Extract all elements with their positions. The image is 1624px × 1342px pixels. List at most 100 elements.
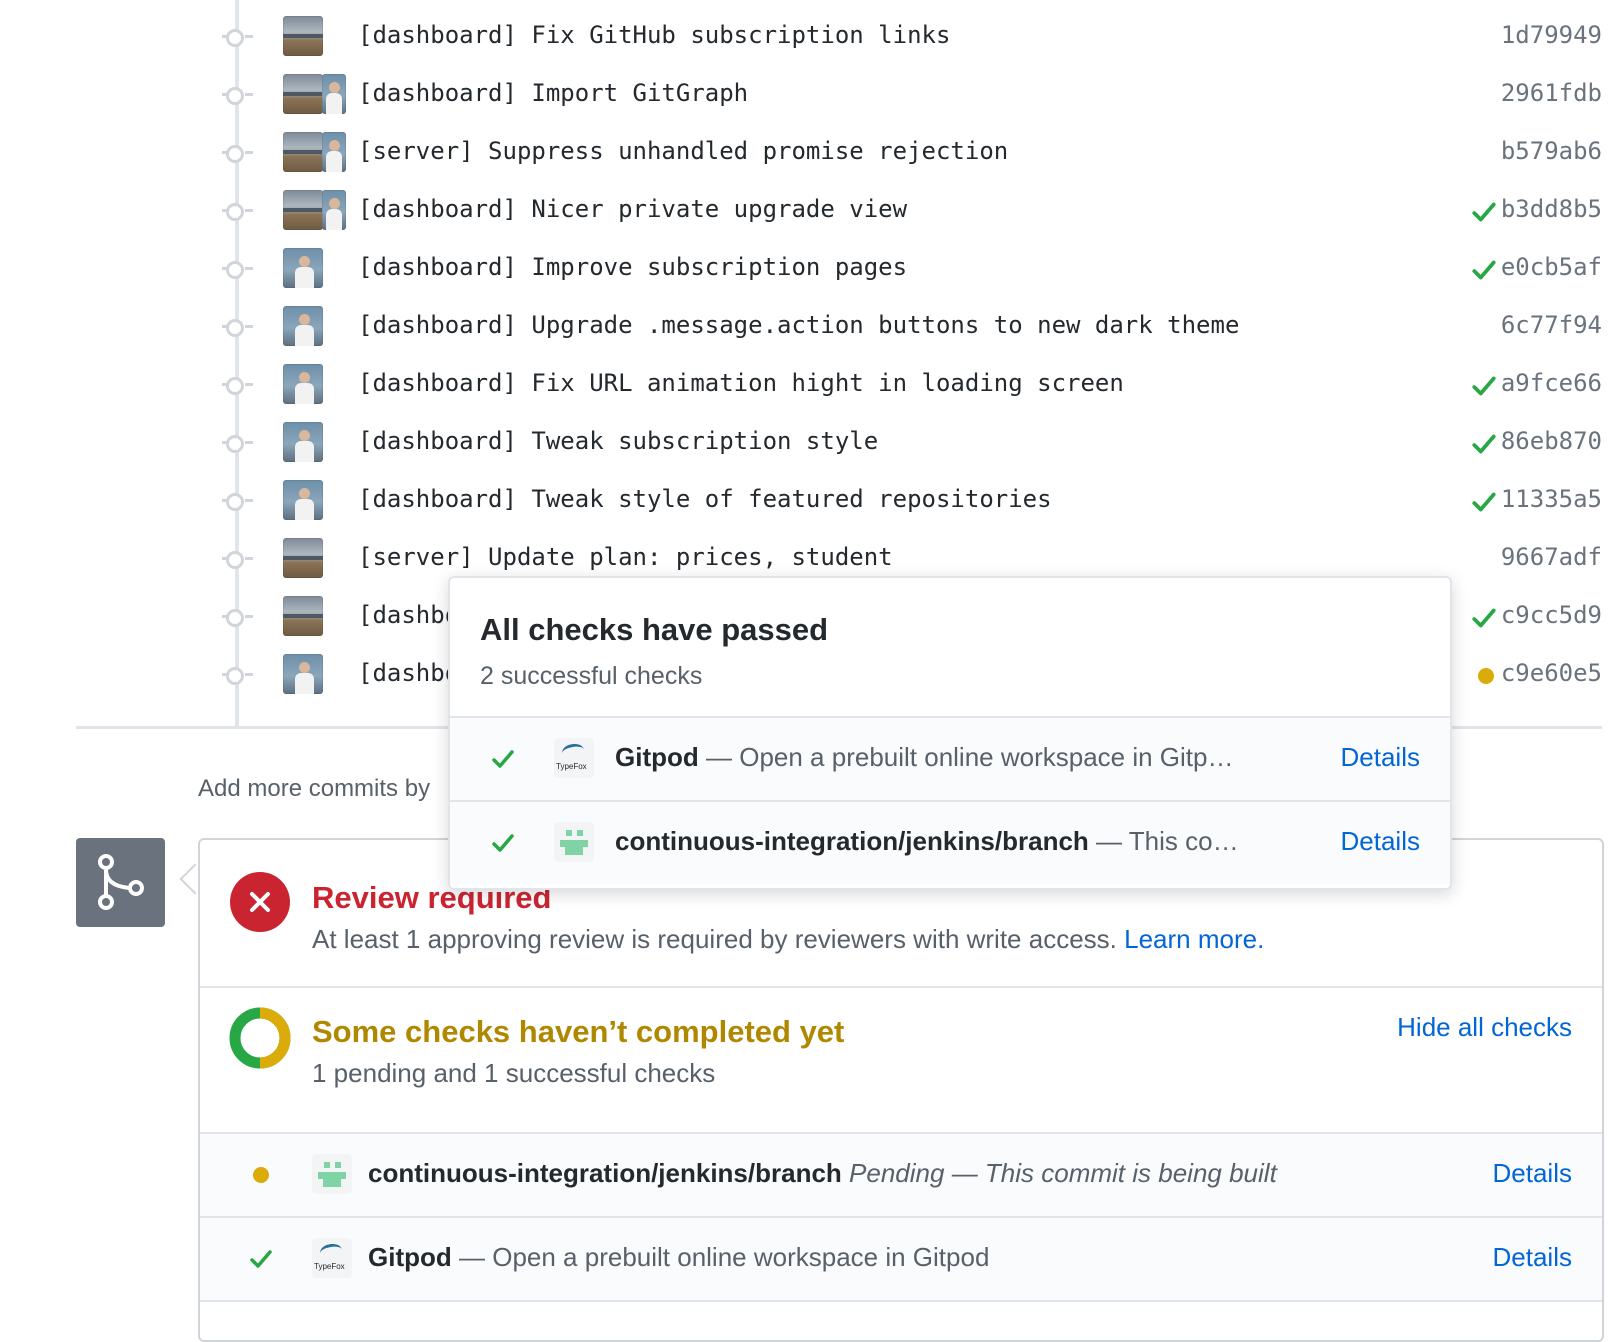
commit-status[interactable] (1470, 314, 1498, 342)
merge-icon (76, 838, 165, 927)
commit-sha[interactable]: c9e60e5 (1501, 659, 1602, 687)
commit-sha[interactable]: 2961fdb (1501, 79, 1602, 107)
avatar[interactable] (283, 480, 323, 520)
commit-message[interactable]: [dashboard] Tweak style of featured repo… (358, 485, 1052, 513)
typefox-icon: TypeFox (312, 1238, 352, 1278)
commit-status[interactable] (1470, 24, 1498, 52)
commit-row[interactable]: [dashboard] Tweak style of featured repo… (0, 472, 1624, 530)
commit-status[interactable] (1470, 604, 1498, 632)
avatar[interactable] (322, 74, 346, 114)
commit-row[interactable]: [server] Suppress unhandled promise reje… (0, 124, 1624, 182)
commit-node-icon (226, 261, 244, 279)
avatar[interactable] (283, 364, 323, 404)
success-check-icon (492, 750, 514, 768)
avatar[interactable] (283, 16, 323, 56)
details-link[interactable]: Details (1341, 826, 1420, 857)
check-name: Gitpod — Open a prebuilt online workspac… (615, 742, 1234, 773)
check-description: — Open a prebuilt online workspace in Gi… (706, 742, 1234, 772)
commit-message[interactable]: [dashboard] Nicer private upgrade view (358, 195, 907, 223)
commit-message[interactable]: [dashboard] Improve subscription pages (358, 253, 907, 281)
commit-row[interactable]: [dashboard] Upgrade .message.action butt… (0, 298, 1624, 356)
commit-row[interactable]: [dashboard] Improve subscription pages e… (0, 240, 1624, 298)
commit-status[interactable] (1470, 198, 1498, 226)
commit-row[interactable]: [dashboard] Import GitGraph 2961fdb (0, 66, 1624, 124)
check-status (490, 830, 516, 856)
commit-message[interactable]: [dashboard] Upgrade .message.action butt… (358, 311, 1239, 339)
commit-sha[interactable]: 9667adf (1501, 543, 1602, 571)
check-row: TypeFox Gitpod — Open a prebuilt online … (200, 1218, 1602, 1302)
check-status (248, 1162, 274, 1188)
commit-message[interactable]: [dashbo (358, 601, 459, 629)
avatar[interactable] (283, 74, 323, 114)
avatar-stack (283, 422, 323, 462)
commit-node-icon (226, 493, 244, 511)
learn-more-link[interactable]: Learn more. (1124, 924, 1264, 954)
commit-row[interactable]: [dashboard] Fix GitHub subscription link… (0, 8, 1624, 66)
avatar[interactable] (283, 538, 323, 578)
commit-row[interactable]: [dashboard] Tweak subscription style 86e… (0, 414, 1624, 472)
typefox-logo-text: TypeFox (314, 1262, 345, 1271)
commit-status[interactable] (1470, 256, 1498, 284)
avatar[interactable] (283, 248, 323, 288)
commit-message[interactable]: [dashboard] Fix URL animation hight in l… (358, 369, 1124, 397)
commit-row[interactable]: [dashboard] Nicer private upgrade view b… (0, 182, 1624, 240)
jenkins-icon (312, 1154, 352, 1194)
details-link[interactable]: Details (1493, 1158, 1572, 1189)
check-description: — Open a prebuilt online workspace in Gi… (459, 1242, 990, 1272)
commit-row[interactable]: [dashboard] Fix URL animation hight in l… (0, 356, 1624, 414)
details-link[interactable]: Details (1341, 742, 1420, 773)
commit-message[interactable]: [dashboard] Tweak subscription style (358, 427, 878, 455)
commit-sha[interactable]: b3dd8b5 (1501, 195, 1602, 223)
commit-status[interactable] (1470, 82, 1498, 110)
avatar[interactable] (283, 422, 323, 462)
avatar-stack (283, 190, 346, 230)
avatar[interactable] (283, 132, 323, 172)
success-check-icon (1472, 202, 1496, 222)
commit-status[interactable] (1470, 488, 1498, 516)
avatar-stack (283, 538, 323, 578)
commit-node-icon (226, 145, 244, 163)
avatar[interactable] (322, 190, 346, 230)
check-name-text: continuous-integration/jenkins/branch (615, 826, 1089, 856)
review-error-icon (230, 872, 290, 932)
hide-all-checks-link[interactable]: Hide all checks (1397, 1012, 1572, 1043)
commit-status[interactable] (1470, 546, 1498, 574)
commit-sha[interactable]: 6c77f94 (1501, 311, 1602, 339)
commit-status[interactable] (1470, 140, 1498, 168)
check-name: continuous-integration/jenkins/branch — … (615, 826, 1239, 857)
avatar[interactable] (283, 190, 323, 230)
commit-sha[interactable]: b579ab6 (1501, 137, 1602, 165)
popover-title: All checks have passed (480, 612, 829, 647)
avatar[interactable] (283, 306, 323, 346)
merge-status-box: Review required At least 1 approving rev… (198, 838, 1604, 1342)
commit-sha[interactable]: 86eb870 (1501, 427, 1602, 455)
jenkins-icon (554, 822, 594, 862)
commit-status[interactable] (1470, 372, 1498, 400)
avatar-stack (283, 364, 323, 404)
commit-sha[interactable]: a9fce66 (1501, 369, 1602, 397)
typefox-logo-text: TypeFox (556, 762, 587, 771)
add-more-commits-text: Add more commits by (198, 775, 431, 802)
commit-node-icon (226, 319, 244, 337)
commit-message[interactable]: [dashboard] Import GitGraph (358, 79, 748, 107)
commit-message[interactable]: [dashboard] Fix GitHub subscription link… (358, 21, 950, 49)
avatar[interactable] (283, 654, 323, 694)
commit-status[interactable] (1470, 430, 1498, 458)
commit-message[interactable]: [server] Update plan: prices, student (358, 543, 893, 571)
commit-node-icon (226, 29, 244, 47)
commit-sha[interactable]: c9cc5d9 (1501, 601, 1602, 629)
review-description-text: At least 1 approving review is required … (312, 924, 1117, 954)
commit-sha[interactable]: e0cb5af (1501, 253, 1602, 281)
details-link[interactable]: Details (1493, 1242, 1572, 1273)
avatar[interactable] (283, 596, 323, 636)
check-status (490, 746, 516, 772)
commit-sha[interactable]: 11335a5 (1501, 485, 1602, 513)
commit-node-icon (226, 667, 244, 685)
commit-message[interactable]: [server] Suppress unhandled promise reje… (358, 137, 1008, 165)
avatar-stack (283, 306, 323, 346)
commit-status[interactable] (1470, 662, 1498, 690)
commit-sha[interactable]: 1d79949 (1501, 21, 1602, 49)
avatar[interactable] (322, 132, 346, 172)
avatar-stack (283, 596, 323, 636)
commit-message[interactable]: [dashbo (358, 659, 459, 687)
